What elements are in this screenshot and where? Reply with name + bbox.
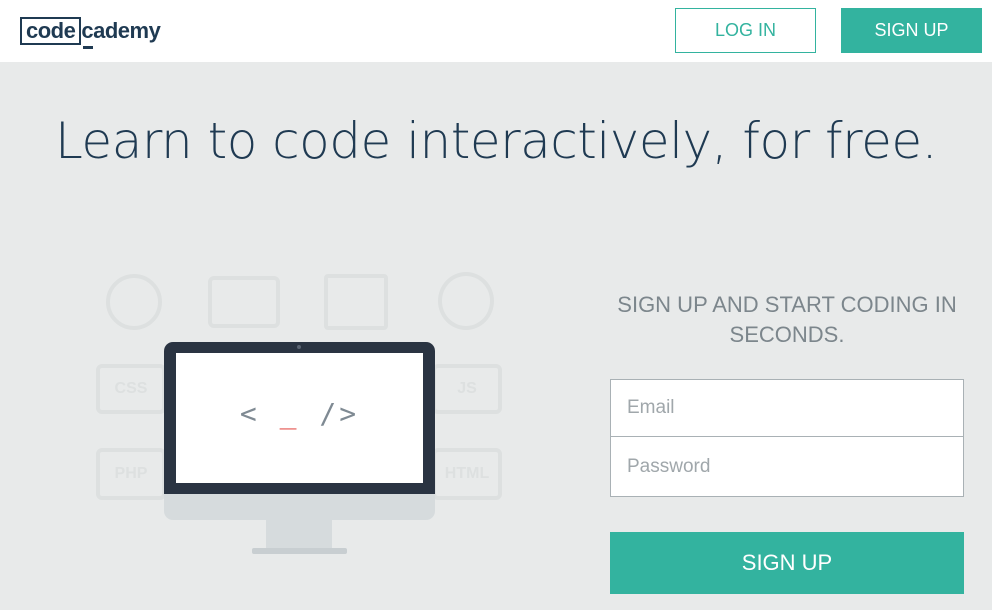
code-glyph: < _ />	[176, 397, 423, 430]
ruby-icon	[324, 274, 388, 330]
webcam-dot	[297, 345, 301, 349]
php-icon: PHP	[96, 448, 166, 500]
css-icon: CSS	[96, 364, 166, 414]
hero-headline: Learn to code interactively, for free.	[54, 112, 938, 170]
blinking-cursor: _	[279, 397, 300, 430]
monitor-chin	[164, 494, 435, 520]
python-icon	[106, 274, 162, 330]
signup-heading: SIGN UP AND START CODING IN SECONDS.	[617, 292, 957, 347]
code-open-bracket: <	[239, 397, 280, 430]
password-field[interactable]: Password	[610, 437, 964, 497]
monitor-screen: < _ />	[176, 353, 423, 483]
logo-cademy-text: cademy	[81, 18, 161, 49]
monitor-stand-neck	[266, 520, 332, 548]
monitor-stand-base	[252, 548, 347, 554]
code-close-bracket: />	[299, 397, 360, 430]
browser-icon	[208, 276, 280, 328]
email-field[interactable]: Email	[610, 379, 964, 437]
logo-code-box: code	[20, 17, 82, 45]
header-signup-button[interactable]: SIGN UP	[841, 8, 982, 53]
login-button[interactable]: LOG IN	[675, 8, 816, 53]
top-navbar: code cademy LOG IN SIGN UP	[0, 0, 992, 62]
codecademy-logo[interactable]: code cademy	[20, 16, 161, 49]
monitor-illustration: < _ />	[164, 342, 435, 494]
phone-icon	[438, 272, 494, 330]
js-icon: JS	[432, 364, 502, 414]
html-icon: HTML	[432, 448, 502, 500]
signup-submit-button[interactable]: SIGN UP	[610, 532, 964, 594]
